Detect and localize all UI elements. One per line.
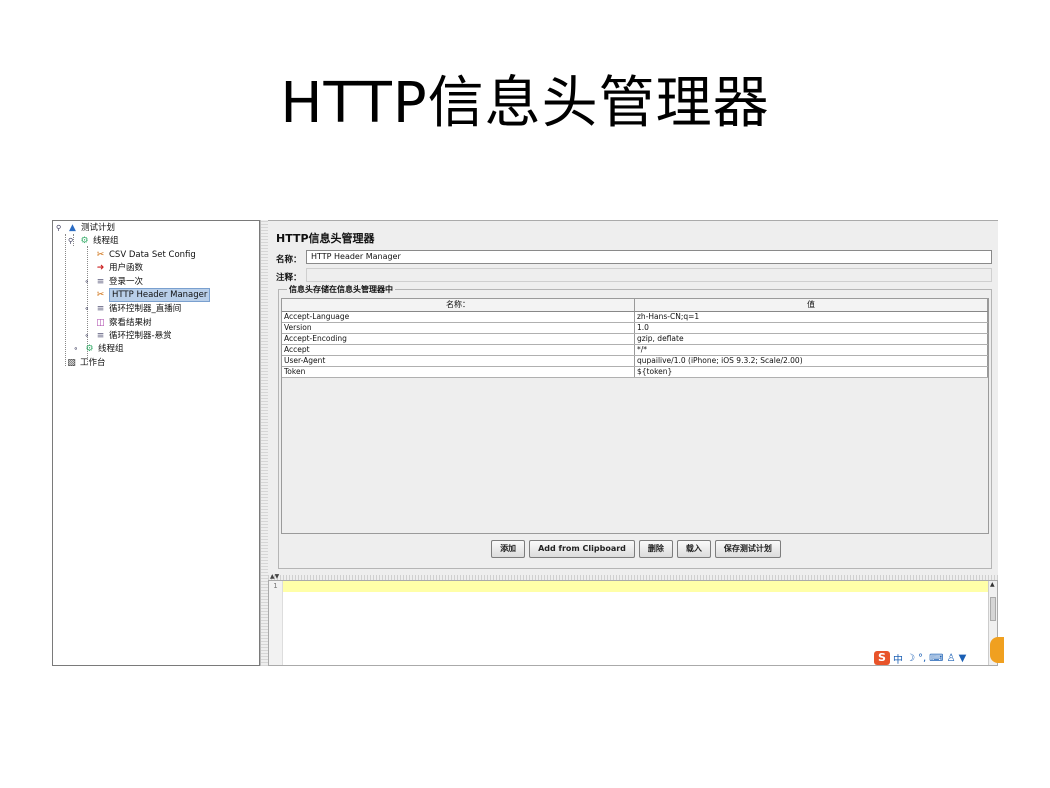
user-icon[interactable]: ♙ xyxy=(947,653,956,664)
name-field[interactable]: HTTP Header Manager xyxy=(306,250,992,264)
thread-group-icon: ⚙ xyxy=(80,236,89,246)
add-button[interactable]: 添加 xyxy=(491,540,526,558)
save-test-plan-button[interactable]: 保存测试计划 xyxy=(714,540,781,558)
scroll-up-icon[interactable]: ▲ xyxy=(990,581,995,588)
tree-node-thread-group-2[interactable]: ⚬ ⚙ 线程组 xyxy=(73,343,124,355)
headers-table[interactable]: 名称： 值 Accept-Language zh-Hans-CN;q=1 Ver… xyxy=(281,298,989,534)
table-row[interactable]: Accept-Language zh-Hans-CN;q=1 xyxy=(282,312,988,323)
editor-title: HTTP信息头管理器 xyxy=(276,232,375,245)
collapsed-toggle-icon[interactable]: ⚬ xyxy=(84,330,93,342)
tree-node-label: 测试计划 xyxy=(81,223,116,233)
header-name-cell[interactable]: Accept-Language xyxy=(282,312,635,322)
tree-node-label: CSV Data Set Config xyxy=(109,250,196,260)
add-from-clipboard-button[interactable]: Add from Clipboard xyxy=(529,540,635,558)
table-row[interactable]: Accept */* xyxy=(282,345,988,356)
test-plan-tree[interactable]: ⚲ ▲ 测试计划 ⚲ ⚙ 线程组 ✂ CSV Data Set Config ➜… xyxy=(52,220,260,666)
header-name-cell[interactable]: Version xyxy=(282,323,635,333)
ime-toolbar[interactable]: S 中 ☽ °, ⌨ ♙ ▼ xyxy=(874,650,966,666)
ime-badge-icon[interactable] xyxy=(990,637,1004,663)
tree-node-label: HTTP Header Manager xyxy=(109,288,211,302)
column-header-name[interactable]: 名称： xyxy=(282,299,635,311)
sogou-logo-icon[interactable]: S xyxy=(874,651,890,665)
table-row[interactable]: User-Agent qupailive/1.0 (iPhone; iOS 9.… xyxy=(282,356,988,367)
tree-node-user-function[interactable]: ➜ 用户函数 xyxy=(95,262,143,274)
workbench-icon: ▧ xyxy=(67,358,76,368)
listener-icon: ◫ xyxy=(96,318,105,328)
tree-node-label: 循环控制器-悬赏 xyxy=(109,331,172,341)
header-value-cell[interactable]: zh-Hans-CN;q=1 xyxy=(635,312,988,322)
tree-node-label: 工作台 xyxy=(80,358,106,368)
tree-node-workbench[interactable]: ▧ 工作台 xyxy=(66,357,106,369)
shirt-icon[interactable]: ▼ xyxy=(959,653,967,664)
tree-node-label: 线程组 xyxy=(93,236,119,246)
tree-node-label: 线程组 xyxy=(98,344,124,354)
header-value-cell[interactable]: qupailive/1.0 (iPhone; iOS 9.3.2; Scale/… xyxy=(635,356,988,366)
user-function-icon: ➜ xyxy=(96,263,105,273)
header-value-cell[interactable]: ${token} xyxy=(635,367,988,377)
group-title: 信息头存储在信息头管理器中 xyxy=(287,284,395,295)
slide-title: HTTP信息头管理器 xyxy=(280,71,770,136)
expanded-toggle-icon[interactable]: ⚲ xyxy=(56,222,65,234)
http-header-manager-editor: HTTP信息头管理器 名称： HTTP Header Manager 注释： 信… xyxy=(268,220,998,575)
collapsed-toggle-icon[interactable]: ⚬ xyxy=(73,343,82,355)
comment-label: 注释： xyxy=(276,273,302,283)
tree-node-label: 登录一次 xyxy=(109,277,144,287)
name-label: 名称： xyxy=(276,255,302,265)
header-name-cell[interactable]: Token xyxy=(282,367,635,377)
test-plan-icon: ▲ xyxy=(69,223,76,233)
collapsed-toggle-icon[interactable]: ⚬ xyxy=(84,276,93,288)
delete-button[interactable]: 删除 xyxy=(638,540,673,558)
tree-node-label: 循环控制器_直播间 xyxy=(109,304,182,314)
line-number-gutter: 1 xyxy=(269,581,283,665)
table-row[interactable]: Token ${token} xyxy=(282,367,988,378)
controller-icon: ≡ xyxy=(96,304,105,314)
scroll-thumb[interactable] xyxy=(990,597,996,621)
tree-node-login-once[interactable]: ⚬ ≡ 登录一次 xyxy=(84,276,143,288)
moon-icon[interactable]: ☽ xyxy=(906,653,915,664)
punctuation-icon[interactable]: °, xyxy=(918,653,926,664)
controller-icon: ≡ xyxy=(96,331,105,341)
tree-node-label: 用户函数 xyxy=(109,263,144,273)
config-scissors-icon: ✂ xyxy=(96,250,105,260)
collapsed-toggle-icon[interactable]: ⚬ xyxy=(84,303,93,315)
chinese-mode-icon[interactable]: 中 xyxy=(893,651,903,666)
tree-node-test-plan[interactable]: ⚲ ▲ 测试计划 xyxy=(56,222,115,234)
tree-node-view-results-tree[interactable]: ◫ 察看结果树 xyxy=(95,317,152,329)
header-name-cell[interactable]: Accept xyxy=(282,345,635,355)
comment-field[interactable] xyxy=(306,268,992,282)
tree-node-label: 察看结果树 xyxy=(109,318,152,328)
tree-node-csv-config[interactable]: ✂ CSV Data Set Config xyxy=(95,249,196,261)
expanded-toggle-icon[interactable]: ⚲ xyxy=(68,235,77,247)
panel-splitter[interactable] xyxy=(260,220,268,666)
tree-node-loop-live[interactable]: ⚬ ≡ 循环控制器_直播间 xyxy=(84,303,181,315)
button-bar: 添加 Add from Clipboard 删除 载入 保存测试计划 xyxy=(279,540,993,558)
header-name-cell[interactable]: User-Agent xyxy=(282,356,635,366)
table-row[interactable]: Version 1.0 xyxy=(282,323,988,334)
headers-group: 信息头存储在信息头管理器中 名称： 值 Accept-Language zh-H… xyxy=(278,284,993,569)
config-scissors-icon: ✂ xyxy=(96,290,105,300)
header-value-cell[interactable]: gzip, deflate xyxy=(635,334,988,344)
header-value-cell[interactable]: 1.0 xyxy=(635,323,988,333)
tree-node-loop-reward[interactable]: ⚬ ≡ 循环控制器-悬赏 xyxy=(84,330,172,342)
load-button[interactable]: 载入 xyxy=(676,540,711,558)
current-line-highlight xyxy=(283,581,989,592)
keyboard-icon[interactable]: ⌨ xyxy=(929,653,943,664)
table-header-row: 名称： 值 xyxy=(282,299,988,312)
splitter-arrows-icon[interactable]: ▲▼ xyxy=(270,573,279,580)
controller-icon: ≡ xyxy=(96,277,105,287)
tree-node-http-header-manager[interactable]: ✂ HTTP Header Manager xyxy=(95,288,211,302)
column-header-value[interactable]: 值 xyxy=(635,299,988,311)
header-value-cell[interactable]: */* xyxy=(635,345,988,355)
table-row[interactable]: Accept-Encoding gzip, deflate xyxy=(282,334,988,345)
header-name-cell[interactable]: Accept-Encoding xyxy=(282,334,635,344)
tree-node-thread-group[interactable]: ⚲ ⚙ 线程组 xyxy=(68,235,119,247)
thread-group-icon: ⚙ xyxy=(85,344,94,354)
